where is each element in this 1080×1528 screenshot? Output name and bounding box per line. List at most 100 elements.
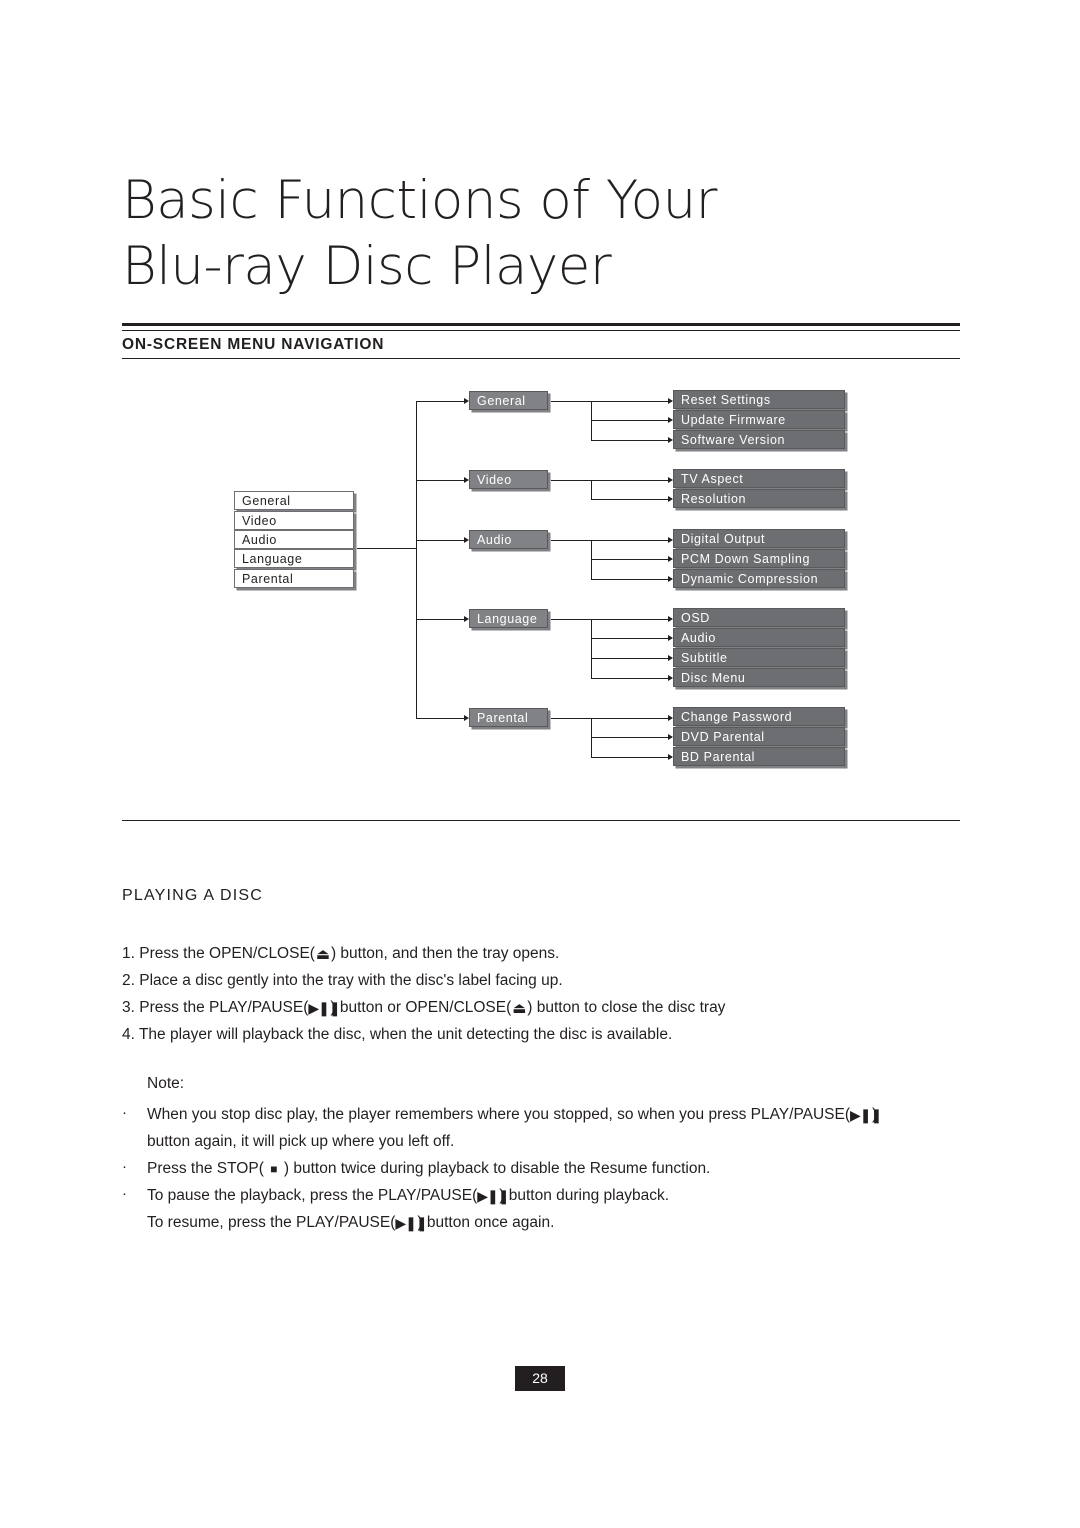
- leaf-node-reset-settings: Reset Settings: [673, 390, 845, 409]
- left-menu-item-parental: Parental: [234, 569, 354, 588]
- arrow-icon-parental-1: [668, 714, 673, 721]
- leaf-node-osd: OSD: [673, 608, 845, 627]
- subspine-line-video: [591, 480, 592, 499]
- leaf-line-audio-1: [591, 540, 670, 541]
- category-node-language: Language: [469, 609, 548, 628]
- trunk-line: [357, 548, 416, 549]
- section-rule: [122, 358, 960, 359]
- subtrunk-line-parental: [551, 718, 591, 719]
- note-3-text-a: To pause the playback, press the PLAY/PA…: [147, 1187, 478, 1204]
- arrow-icon-video-1: [668, 476, 673, 483]
- branch-line-audio: [416, 540, 466, 541]
- arrow-icon-language-2: [668, 634, 673, 641]
- step-4: 4. The player will playback the disc, wh…: [122, 1026, 673, 1043]
- branch-line-general: [416, 401, 466, 402]
- category-node-audio: Audio: [469, 530, 548, 549]
- left-menu-item-audio: Audio: [234, 530, 354, 549]
- leaf-line-parental-1: [591, 718, 670, 719]
- leaf-node-change-password: Change Password: [673, 707, 845, 726]
- arrow-icon-general-1: [668, 397, 673, 404]
- leaf-node-subtitle: Subtitle: [673, 648, 845, 667]
- leaf-line-general-2: [591, 420, 670, 421]
- leaf-node-update-firmware: Update Firmware: [673, 410, 845, 429]
- leaf-line-parental-2: [591, 737, 670, 738]
- subtrunk-line-video: [551, 480, 591, 481]
- step-1: 1. Press the OPEN/CLOSE(⏏) button, and t…: [122, 940, 972, 967]
- notes-list: · When you stop disc play, the player re…: [122, 1101, 1052, 1236]
- note-item-2: · Press the STOP( ■ ) button twice during …: [122, 1155, 1052, 1182]
- leaf-line-general-3: [591, 440, 670, 441]
- playing-steps-list: 1. Press the OPEN/CLOSE(⏏) button, and t…: [122, 940, 972, 1048]
- leaf-line-audio-3: [591, 579, 670, 580]
- leaf-node-dynamic-compression: Dynamic Compression: [673, 569, 845, 588]
- title-rule-thin: [122, 330, 960, 331]
- arrow-icon-parental: [464, 714, 469, 721]
- step-2: 2. Place a disc gently into the tray wit…: [122, 972, 563, 989]
- spine-line: [416, 401, 417, 718]
- left-menu-item-video: Video: [234, 511, 354, 530]
- arrow-icon-video-2: [668, 495, 673, 502]
- leaf-node-dvd-parental: DVD Parental: [673, 727, 845, 746]
- arrow-icon-video: [464, 476, 469, 483]
- page-title-line-2: Blu-ray Disc Player: [122, 236, 612, 297]
- eject-icon: ⏏: [315, 946, 331, 963]
- category-node-video: Video: [469, 470, 548, 489]
- leaf-node-digital-output: Digital Output: [673, 529, 845, 548]
- category-node-parental: Parental: [469, 708, 548, 727]
- note-bullet-icon: ·: [122, 1104, 127, 1121]
- arrow-icon-audio: [464, 536, 469, 543]
- leaf-line-parental-3: [591, 757, 670, 758]
- leaf-node-tv-aspect: TV Aspect: [673, 469, 845, 488]
- note-1-text-b: ): [872, 1106, 878, 1123]
- subspine-line-parental: [591, 718, 592, 757]
- leaf-node-software-version: Software Version: [673, 430, 845, 449]
- leaf-node-resolution: Resolution: [673, 489, 845, 508]
- leaf-node-disc-menu: Disc Menu: [673, 668, 845, 687]
- category-node-general: General: [469, 391, 548, 410]
- step-1-text-a: 1. Press the OPEN/CLOSE(: [122, 945, 315, 962]
- note-label: Note:: [147, 1075, 185, 1092]
- branch-line-parental: [416, 718, 466, 719]
- playing-a-disc-heading: PLAYING A DISC: [122, 887, 263, 904]
- arrow-icon-language: [464, 615, 469, 622]
- section-heading: ON-SCREEN MENU NAVIGATION: [122, 336, 385, 353]
- step-3-text-c: ) button to close the disc tray: [527, 999, 726, 1016]
- arrow-icon-language-1: [668, 615, 673, 622]
- leaf-node-bd-parental: BD Parental: [673, 747, 845, 766]
- note-2-text-a: Press the STOP(: [147, 1160, 264, 1177]
- arrow-icon-general-3: [668, 436, 673, 443]
- eject-icon: ⏏: [512, 1000, 527, 1017]
- subtrunk-line-general: [551, 401, 591, 402]
- subtrunk-line-language: [551, 619, 591, 620]
- left-menu-item-general: General: [234, 491, 354, 510]
- left-menu-item-language: Language: [234, 549, 354, 568]
- arrow-icon-audio-3: [668, 575, 673, 582]
- arrow-icon-audio-2: [668, 555, 673, 562]
- note-1-text-a: When you stop disc play, the player reme…: [147, 1106, 851, 1123]
- note-3-text-b: ) button during playback.: [499, 1187, 670, 1204]
- leaf-line-language-3: [591, 658, 670, 659]
- leaf-line-audio-2: [591, 559, 670, 560]
- leaf-line-video-2: [591, 499, 670, 500]
- stop-icon: ■: [270, 1162, 278, 1176]
- leaf-line-language-2: [591, 638, 670, 639]
- step-3-text-b: ) button or OPEN/CLOSE(: [330, 999, 512, 1016]
- page-number: 28: [515, 1366, 565, 1391]
- leaf-line-language-4: [591, 678, 670, 679]
- leaf-line-language-1: [591, 619, 670, 620]
- arrow-icon-language-3: [668, 654, 673, 661]
- subspine-line-general: [591, 401, 592, 440]
- step-1-text-b: ) button, and then the tray opens.: [330, 945, 560, 962]
- play-pause-icon: ▶❚❚: [477, 1188, 509, 1204]
- page-title: Basic Functions of Your Blu-ray Disc Pla…: [122, 168, 962, 300]
- leaf-node-audio: Audio: [673, 628, 845, 647]
- leaf-line-general-1: [591, 401, 670, 402]
- title-rule-thick: [122, 323, 960, 326]
- note-3-continued: To resume, press the PLAY/PAUSE(▶❚❚) but…: [147, 1209, 1052, 1236]
- step-3: 3. Press the PLAY/PAUSE(▶❚❚) button or O…: [122, 994, 972, 1021]
- arrow-icon-general-2: [668, 416, 673, 423]
- note-item-1: · When you stop disc play, the player re…: [122, 1101, 1052, 1155]
- note-2-text-b: ) button twice during playback to disabl…: [283, 1160, 711, 1177]
- note-bullet-icon: ·: [122, 1158, 127, 1175]
- arrow-icon-audio-1: [668, 536, 673, 543]
